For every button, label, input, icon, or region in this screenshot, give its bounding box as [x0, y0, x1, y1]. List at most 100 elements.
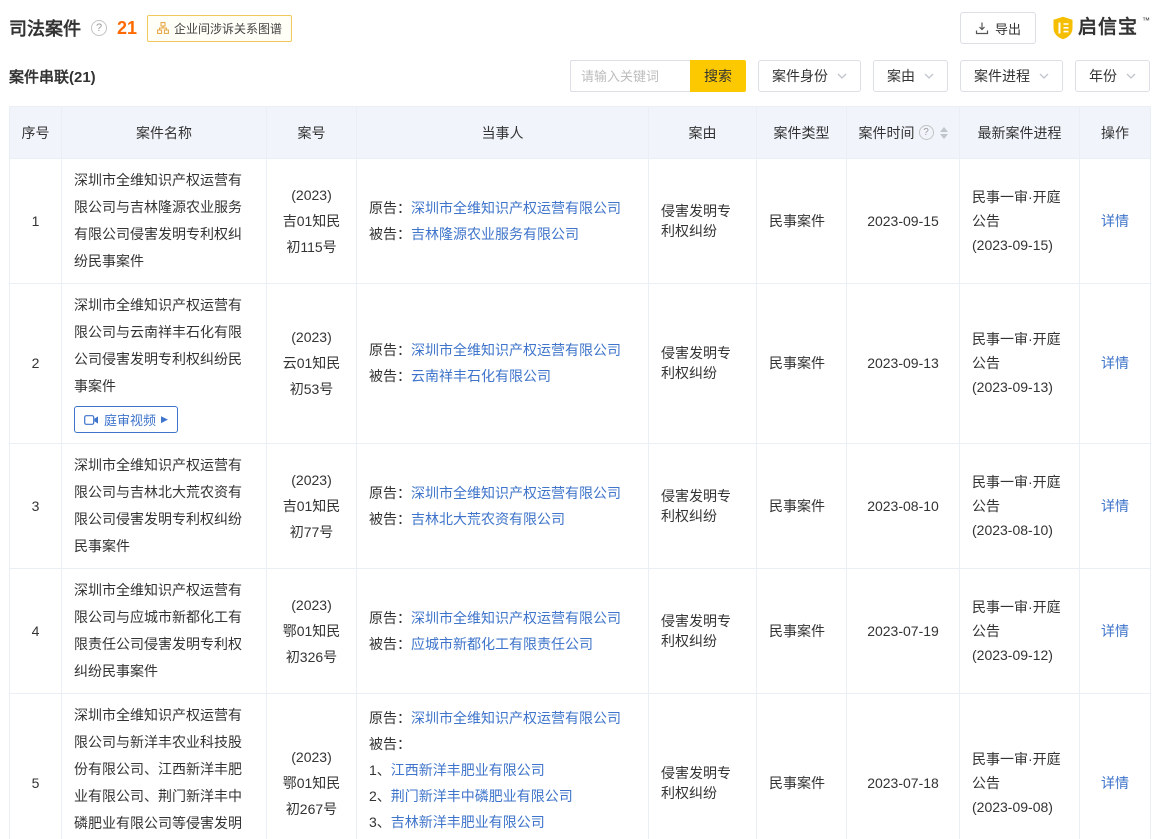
case-name: 深圳市全维知识产权运营有限公司与应城市新都化工有限责任公司侵害发明专利权纠纷民事… [62, 568, 267, 693]
filter-case-progress[interactable]: 案件进程 [960, 60, 1063, 92]
defendant-link[interactable]: 吉林新洋丰肥业有限公司 [391, 814, 545, 830]
sort-icon[interactable] [940, 127, 948, 139]
defendant-link[interactable]: 江西新洋丰肥业有限公司 [391, 762, 545, 778]
case-progress: 民事一审·开庭公告 (2023-08-10) [960, 443, 1080, 568]
header-actions: 操作 [1080, 107, 1151, 159]
defendant-label: 被告： [369, 636, 411, 652]
table-header-row: 序号 案件名称 案号 当事人 案由 案件类型 案件时间 ? 最新案件进程 操作 [10, 107, 1151, 159]
case-type: 民事案件 [757, 443, 847, 568]
defendant-link[interactable]: 吉林隆源农业服务有限公司 [411, 226, 579, 242]
judicial-cases-page: 司法案件 ? 21 企业间涉诉关系图谱 导出 [0, 0, 1159, 839]
chevron-down-icon [924, 73, 934, 79]
plaintiff-link[interactable]: 深圳市全维知识产权运营有限公司 [411, 610, 621, 626]
export-label: 导出 [995, 19, 1021, 38]
filter-case-role[interactable]: 案件身份 [758, 60, 861, 92]
case-progress: 民事一审·开庭公告 (2023-09-13) [960, 284, 1080, 444]
header-case-name: 案件名称 [62, 107, 267, 159]
defendant-label: 被告： [369, 736, 411, 752]
plaintiff-link[interactable]: 深圳市全维知识产权运营有限公司 [411, 200, 621, 216]
filter-cause[interactable]: 案由 [873, 60, 948, 92]
case-date: 2023-09-13 [847, 284, 960, 444]
case-type: 民事案件 [757, 159, 847, 284]
defendant-link[interactable]: 应城市新都化工有限责任公司 [411, 636, 593, 652]
case-number: (2023) 吉01知民 初115号 [267, 159, 357, 284]
trademark-mark: ™ [1142, 16, 1150, 26]
case-type: 民事案件 [757, 568, 847, 693]
search-input[interactable] [570, 60, 690, 92]
case-number: (2023) 吉01知民 初77号 [267, 443, 357, 568]
case-type: 民事案件 [757, 693, 847, 839]
defendant-label: 被告： [369, 226, 411, 242]
trial-video-label: 庭审视频 [104, 410, 156, 429]
filter-label: 案件身份 [772, 66, 828, 86]
search-button[interactable]: 搜索 [690, 60, 746, 92]
header-latest-progress: 最新案件进程 [960, 107, 1080, 159]
parties-cell: 原告：深圳市全维知识产权运营有限公司 被告： 1、江西新洋丰肥业有限公司 2、荆… [357, 693, 649, 839]
litigation-graph-badge[interactable]: 企业间涉诉关系图谱 [147, 15, 292, 42]
parties-cell: 原告：深圳市全维知识产权运营有限公司 被告：应城市新都化工有限责任公司 [357, 568, 649, 693]
shield-logo-icon [1052, 16, 1074, 40]
brand-logo: 启信宝 ™ [1052, 16, 1150, 40]
case-name: 深圳市全维知识产权运营有限公司与新洋丰农业科技股份有限公司、江西新洋丰肥业有限公… [62, 693, 267, 839]
header-parties: 当事人 [357, 107, 649, 159]
table-row: 5 深圳市全维知识产权运营有限公司与新洋丰农业科技股份有限公司、江西新洋丰肥业有… [10, 693, 1151, 839]
plaintiff-label: 原告： [369, 610, 411, 626]
brand-name: 启信宝 [1078, 16, 1138, 40]
case-name: 深圳市全维知识产权运营有限公司与吉林北大荒农资有限公司侵害发明专利权纠纷民事案件 [62, 443, 267, 568]
case-date: 2023-08-10 [847, 443, 960, 568]
case-progress: 民事一审·开庭公告 (2023-09-15) [960, 159, 1080, 284]
header-case-number: 案号 [267, 107, 357, 159]
trial-video-button[interactable]: 庭审视频 ▶ [74, 406, 178, 433]
defendant-label: 被告： [369, 368, 411, 384]
row-index: 1 [10, 159, 62, 284]
plaintiff-link[interactable]: 深圳市全维知识产权运营有限公司 [411, 342, 621, 358]
case-name-cell: 深圳市全维知识产权运营有限公司与云南祥丰石化有限公司侵害发明专利权纠纷民事案件 … [62, 284, 267, 444]
chevron-down-icon [837, 73, 847, 79]
header-cause: 案由 [649, 107, 757, 159]
defendant-link[interactable]: 吉林北大荒农资有限公司 [411, 511, 565, 527]
row-index: 3 [10, 443, 62, 568]
header-index: 序号 [10, 107, 62, 159]
detail-link[interactable]: 详情 [1101, 213, 1129, 229]
case-number: (2023) 云01知民 初53号 [267, 284, 357, 444]
detail-link[interactable]: 详情 [1101, 498, 1129, 514]
plaintiff-link[interactable]: 深圳市全维知识产权运营有限公司 [411, 485, 621, 501]
plaintiff-label: 原告： [369, 342, 411, 358]
case-progress: 民事一审·开庭公告 (2023-09-12) [960, 568, 1080, 693]
plaintiff-link[interactable]: 深圳市全维知识产权运营有限公司 [411, 710, 621, 726]
badge-label: 企业间涉诉关系图谱 [174, 20, 282, 37]
case-number: (2023) 鄂01知民 初267号 [267, 693, 357, 839]
filter-label: 年份 [1089, 66, 1117, 86]
plaintiff-label: 原告： [369, 200, 411, 216]
help-icon[interactable]: ? [91, 20, 107, 36]
row-index: 5 [10, 693, 62, 839]
table-row: 3 深圳市全维知识产权运营有限公司与吉林北大荒农资有限公司侵害发明专利权纠纷民事… [10, 443, 1151, 568]
header-case-time-label: 案件时间 [859, 123, 915, 143]
cases-table: 序号 案件名称 案号 当事人 案由 案件类型 案件时间 ? 最新案件进程 操作 [9, 106, 1151, 839]
case-date: 2023-09-15 [847, 159, 960, 284]
row-index: 2 [10, 284, 62, 444]
detail-link[interactable]: 详情 [1101, 623, 1129, 639]
plaintiff-label: 原告： [369, 485, 411, 501]
table-row: 2 深圳市全维知识产权运营有限公司与云南祥丰石化有限公司侵害发明专利权纠纷民事案… [10, 284, 1151, 444]
export-button[interactable]: 导出 [960, 12, 1036, 44]
header-case-type: 案件类型 [757, 107, 847, 159]
detail-link[interactable]: 详情 [1101, 355, 1129, 371]
table-row: 4 深圳市全维知识产权运营有限公司与应城市新都化工有限责任公司侵害发明专利权纠纷… [10, 568, 1151, 693]
defendant-link[interactable]: 荆门新洋丰中磷肥业有限公司 [391, 788, 573, 804]
filter-year[interactable]: 年份 [1075, 60, 1150, 92]
chevron-down-icon [1039, 73, 1049, 79]
defendant-label: 被告： [369, 511, 411, 527]
filter-label: 案件进程 [974, 66, 1030, 86]
case-number: (2023) 鄂01知民 初326号 [267, 568, 357, 693]
defendant-link[interactable]: 云南祥丰石化有限公司 [411, 368, 551, 384]
top-bar: 司法案件 ? 21 企业间涉诉关系图谱 导出 [9, 12, 1150, 44]
filter-toolbar: 案件串联(21) 搜索 案件身份 案由 案件进程 [9, 60, 1150, 92]
section-title: 案件串联(21) [9, 66, 96, 87]
table-row: 1 深圳市全维知识产权运营有限公司与吉林隆源农业服务有限公司侵害发明专利权纠纷民… [10, 159, 1151, 284]
help-icon[interactable]: ? [919, 125, 934, 140]
detail-link[interactable]: 详情 [1101, 775, 1129, 791]
case-type: 民事案件 [757, 284, 847, 444]
case-count: 21 [117, 18, 137, 39]
case-cause: 侵害发明专利权纠纷 [649, 284, 757, 444]
